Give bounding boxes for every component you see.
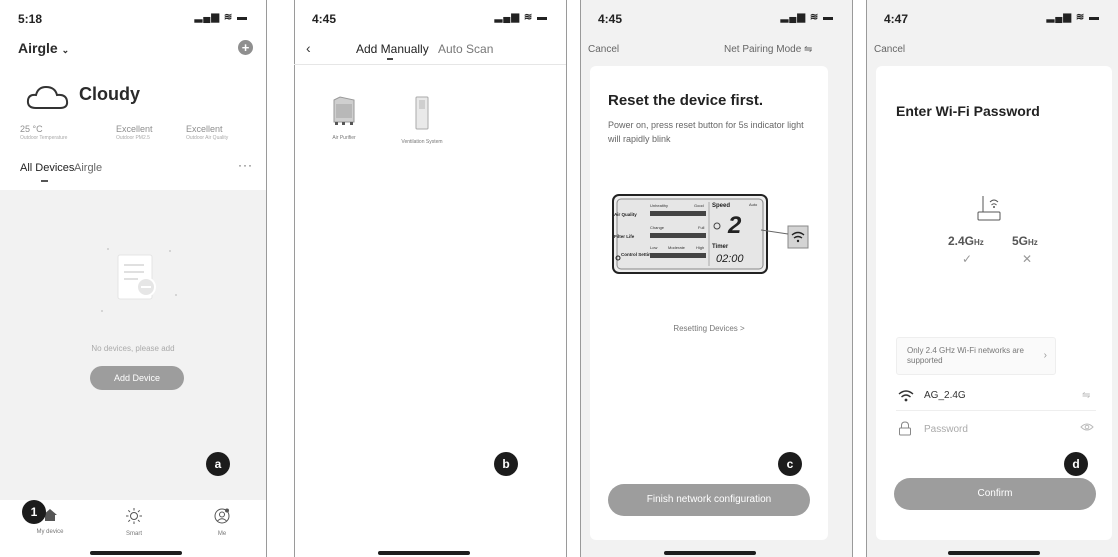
status-time: 5:18 xyxy=(18,12,43,26)
annotation-badge-c: c xyxy=(778,452,802,476)
stat-pm25: Excellent Outdoor PM2.5 xyxy=(116,124,153,141)
home-indicator xyxy=(948,551,1040,555)
home-indicator xyxy=(378,551,470,555)
empty-state-text: No devices, please add xyxy=(91,344,175,353)
profile-icon xyxy=(214,508,230,524)
cloud-icon xyxy=(26,85,69,109)
status-bar: 5:18 ▂▄▆ ≋ ▬ xyxy=(0,12,266,30)
lock-icon xyxy=(899,421,911,436)
tab-add-manually[interactable]: Add Manually xyxy=(356,42,429,56)
home-selector[interactable]: Airgle ⌄ xyxy=(18,40,69,56)
cancel-button[interactable]: Cancel xyxy=(874,44,905,55)
tab-me[interactable]: Me xyxy=(192,508,252,537)
home-indicator xyxy=(664,551,756,555)
status-time: 4:47 xyxy=(884,12,909,26)
add-icon[interactable]: + xyxy=(238,40,253,55)
tab-indicator xyxy=(387,58,393,60)
screen-divider xyxy=(266,0,267,557)
screen-divider xyxy=(566,0,567,557)
status-icons: ▂▄▆ ≋ ▬ xyxy=(780,12,834,23)
chevron-right-icon: › xyxy=(1043,350,1047,361)
quality-head-low: Unhealthy xyxy=(650,203,668,208)
band-notice[interactable]: Only 2.4 GHz Wi-Fi networks are supporte… xyxy=(896,337,1056,375)
tab-indicator xyxy=(41,180,48,182)
tab-auto-scan[interactable]: Auto Scan xyxy=(438,42,493,56)
quality-head-high: Good xyxy=(694,203,704,208)
air-purifier-icon xyxy=(333,96,355,125)
panel-row-filter-life: Filter Life xyxy=(614,234,635,239)
device-air-purifier[interactable]: Air Purifier xyxy=(314,96,374,142)
cross-icon: ✕ xyxy=(1022,252,1033,266)
status-icons: ▂▄▆ ≋ ▬ xyxy=(194,12,248,23)
control-head-low: Low xyxy=(650,245,657,250)
empty-document-icon xyxy=(101,248,177,312)
screen-divider xyxy=(294,0,295,557)
status-bar: 4:47 ▂▄▆ ≋ ▬ xyxy=(866,12,1118,30)
stat-air-quality: Excellent Outdoor Air Quality xyxy=(186,124,229,141)
band-2-4ghz: 2.4GHz xyxy=(948,234,984,248)
panel-timer-label: Timer xyxy=(712,244,729,250)
panel-row-air-quality: Air Quality xyxy=(614,212,637,217)
resetting-devices-link[interactable]: Resetting Devices > xyxy=(590,324,828,333)
wifi-icon xyxy=(898,390,914,402)
page-title: Reset the device first. xyxy=(608,92,764,109)
finish-configuration-button[interactable]: Finish network configuration xyxy=(608,484,810,516)
instruction-text: Power on, press reset button for 5s indi… xyxy=(608,120,804,144)
status-icons: ▂▄▆ ≋ ▬ xyxy=(1046,12,1100,23)
filter-head-high: Full xyxy=(698,225,705,230)
checkmark-icon: ✓ xyxy=(962,252,973,266)
panel-timer-value: 02:00 xyxy=(716,253,744,265)
filter-head-low: Change xyxy=(650,225,665,230)
stat-temperature: 25 °C Outdoor Temperature xyxy=(20,124,68,141)
screen-divider xyxy=(852,0,853,557)
sun-icon xyxy=(126,508,142,524)
annotation-step-1: 1 xyxy=(22,500,46,524)
chevron-down-icon: ⌄ xyxy=(61,45,70,55)
tab-smart[interactable]: Smart xyxy=(104,508,164,537)
tab-airgle[interactable]: Airgle xyxy=(74,162,102,174)
status-time: 4:45 xyxy=(598,12,623,26)
status-bar: 4:45 ▂▄▆ ≋ ▬ xyxy=(294,12,566,30)
device-control-panel-illustration: Unhealthy Good Air Quality Change Full F… xyxy=(612,194,809,274)
field-divider xyxy=(896,410,1096,411)
home-indicator xyxy=(90,551,182,555)
confirm-button[interactable]: Confirm xyxy=(894,478,1096,510)
annotation-badge-d: d xyxy=(1064,452,1088,476)
device-ventilation-system[interactable]: Ventilation System xyxy=(392,96,452,146)
pairing-mode-switch[interactable]: Net Pairing Mode ⇋ xyxy=(724,44,812,55)
switch-network-icon[interactable]: ⇋ xyxy=(1082,390,1090,401)
band-5ghz: 5GHz xyxy=(1012,234,1038,248)
screen-divider xyxy=(580,0,581,557)
status-icons: ▂▄▆ ≋ ▬ xyxy=(494,12,548,23)
add-device-button[interactable]: Add Device xyxy=(90,366,184,390)
control-head-mid: Moderate xyxy=(668,245,686,250)
screen-divider xyxy=(866,0,867,557)
password-input[interactable] xyxy=(924,424,1064,435)
page-title: Enter Wi-Fi Password xyxy=(896,103,1040,119)
status-bar: 4:45 ▂▄▆ ≋ ▬ xyxy=(580,12,852,30)
control-head-high: High xyxy=(696,245,704,250)
status-time: 4:45 xyxy=(312,12,337,26)
ventilation-system-icon xyxy=(415,96,429,130)
panel-row-control-setting: Control Setting xyxy=(621,252,654,257)
cancel-button[interactable]: Cancel xyxy=(588,44,619,55)
panel-auto-label: Auto xyxy=(749,202,758,207)
router-icon xyxy=(977,196,1001,221)
panel-speed-value: 2 xyxy=(727,212,742,239)
panel-speed-label: Speed xyxy=(712,203,730,209)
annotation-badge-a: a xyxy=(206,452,230,476)
header-divider xyxy=(294,64,566,65)
more-icon[interactable]: ··· xyxy=(238,158,253,172)
annotation-badge-b: b xyxy=(494,452,518,476)
eye-icon[interactable] xyxy=(1080,422,1094,432)
tab-all-devices[interactable]: All Devices xyxy=(20,162,74,174)
wifi-ssid: AG_2.4G xyxy=(924,390,966,401)
weather-text: Cloudy xyxy=(79,84,140,104)
back-icon[interactable]: ‹ xyxy=(306,40,311,56)
